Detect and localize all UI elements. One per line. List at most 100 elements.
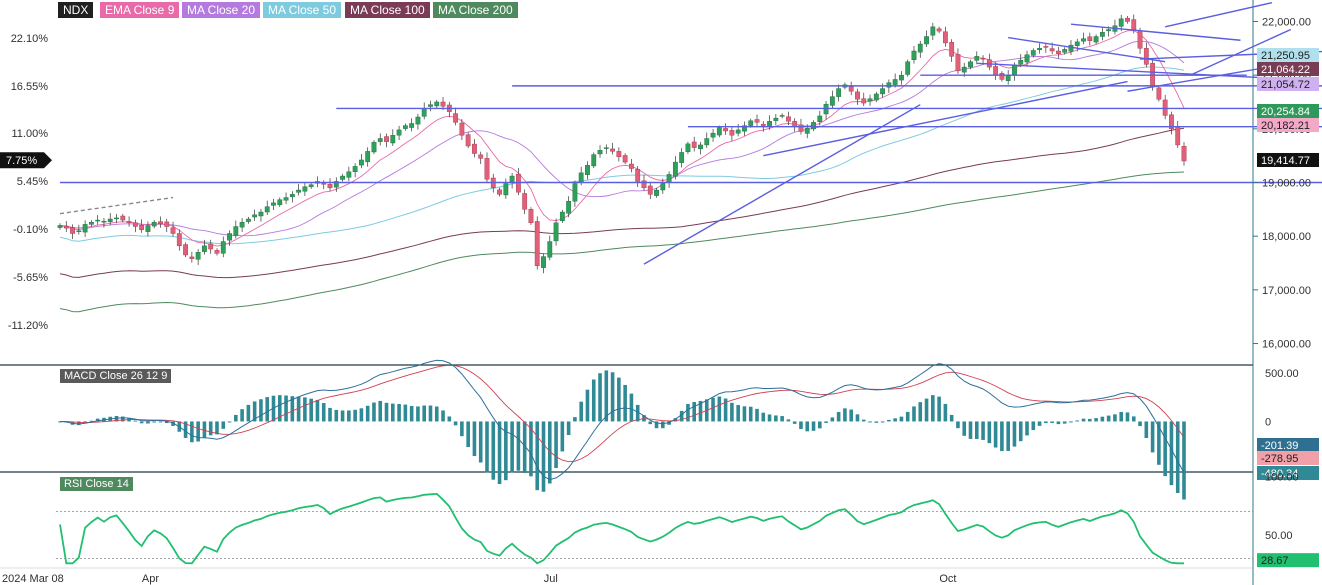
legend-ma20[interactable]: MA Close 20 xyxy=(182,2,261,18)
candle-body xyxy=(660,183,666,191)
macd-histogram-bar xyxy=(817,421,822,429)
candle-body xyxy=(691,141,697,148)
macd-histogram-bar xyxy=(1100,416,1105,422)
candle-body xyxy=(390,135,396,144)
candle-body xyxy=(522,193,528,210)
candle-body xyxy=(233,226,239,236)
macd-histogram-bar xyxy=(711,397,715,422)
candle-body xyxy=(227,233,232,241)
macd-histogram-bar xyxy=(485,421,489,473)
macd-histogram-bar xyxy=(284,395,288,422)
candle-body xyxy=(57,225,63,228)
trend-line xyxy=(643,104,921,265)
candle-body xyxy=(283,197,289,201)
candle-body xyxy=(484,158,490,180)
rsi-line xyxy=(59,492,1184,565)
candle-body xyxy=(402,125,408,129)
candle-body xyxy=(101,220,107,223)
macd-histogram-bar xyxy=(604,370,609,422)
candle-body xyxy=(428,104,433,107)
macd-histogram-bar xyxy=(372,402,376,422)
price-chart: 22,000.0021,000.0020,000.0019,000.0018,0… xyxy=(0,0,1322,585)
candle-body xyxy=(359,159,364,166)
macd-histogram-bar xyxy=(893,418,897,422)
candle-body xyxy=(308,184,314,187)
candle-body xyxy=(798,124,804,132)
candle-body xyxy=(252,214,258,218)
current-price-readout-text: 19,414.77 xyxy=(1261,155,1310,167)
legend-ma200[interactable]: MA Close 200 xyxy=(433,2,518,18)
macd-histogram-bar xyxy=(874,421,879,423)
macd-histogram-bar xyxy=(799,421,803,429)
symbol-tag[interactable]: NDX xyxy=(58,2,94,18)
macd-histogram-bar xyxy=(962,421,967,436)
candle-body xyxy=(421,108,427,117)
macd-histogram-bar xyxy=(1031,421,1036,431)
candle-body xyxy=(107,218,113,222)
candle-body xyxy=(497,189,502,195)
price-tick-label: 22,000.00 xyxy=(1262,16,1311,28)
candle-body xyxy=(1024,54,1030,63)
x-tick-label: 2024 Mar 08 xyxy=(2,573,64,585)
candle-body xyxy=(415,116,421,125)
legend-ema9[interactable]: EMA Close 9 xyxy=(100,2,180,18)
macd-histogram-bar xyxy=(1069,421,1073,423)
macd-histogram-bar xyxy=(560,421,565,452)
ma-readout-text: 21,250.95 xyxy=(1261,50,1310,62)
macd-histogram-bar xyxy=(730,402,734,422)
candle-body xyxy=(478,154,484,159)
macd-histogram-bar xyxy=(855,414,860,422)
current-percent-label: 7.75% xyxy=(6,155,37,167)
legend-ma100[interactable]: MA Close 100 xyxy=(345,2,430,18)
percent-tick-label: -0.10% xyxy=(13,224,48,236)
macd-histogram-bar xyxy=(1094,418,1098,422)
legend-ma50[interactable]: MA Close 50 xyxy=(263,2,342,18)
candle-body xyxy=(409,123,415,128)
candle-body xyxy=(371,142,377,153)
macd-histogram-bar xyxy=(1025,421,1029,436)
percent-tick-label: -5.65% xyxy=(13,272,48,284)
macd-histogram-bar xyxy=(585,389,590,422)
candle-body xyxy=(999,73,1005,80)
candle-body xyxy=(779,115,785,117)
macd-histogram-bar xyxy=(742,406,747,422)
ma200-line xyxy=(59,171,1185,313)
macd-tick-label: 500.00 xyxy=(1265,368,1299,380)
macd-histogram-bar xyxy=(629,393,634,422)
macd-histogram-bar xyxy=(861,419,866,422)
macd-histogram-bar xyxy=(887,419,891,422)
rsi-panel-label[interactable]: RSI Close 14 xyxy=(60,477,133,491)
macd-signal-line xyxy=(59,364,1185,463)
candle-body xyxy=(848,86,854,92)
macd-histogram-bar xyxy=(240,409,244,422)
macd-histogram-bar xyxy=(1106,415,1111,422)
macd-histogram-bar xyxy=(1044,421,1048,424)
trend-line xyxy=(1165,2,1273,28)
macd-histogram-bar xyxy=(265,397,270,422)
candle-body xyxy=(899,74,904,81)
x-tick-label: Jul xyxy=(544,573,558,585)
macd-line xyxy=(59,359,1185,481)
macd-histogram-bar xyxy=(491,421,496,480)
percent-tick-label: 5.45% xyxy=(17,176,48,188)
candle-body xyxy=(289,194,295,198)
macd-histogram-bar xyxy=(152,421,156,423)
macd-histogram-bar xyxy=(321,403,326,422)
macd-histogram-bar xyxy=(598,373,602,422)
candle-body xyxy=(434,101,440,107)
macd-readout-text: -278.95 xyxy=(1261,453,1298,465)
macd-histogram-bar xyxy=(1088,418,1092,422)
macd-histogram-bar xyxy=(541,421,546,492)
macd-histogram-bar xyxy=(347,410,351,422)
candle-body xyxy=(873,93,879,101)
macd-histogram-bar xyxy=(924,398,929,422)
candle-body xyxy=(114,217,119,220)
macd-panel-label[interactable]: MACD Close 26 12 9 xyxy=(60,369,172,383)
macd-histogram-bar xyxy=(1138,421,1142,427)
candle-body xyxy=(735,129,741,134)
macd-histogram-bar xyxy=(359,408,364,422)
candle-body xyxy=(679,152,685,163)
candle-body xyxy=(1162,99,1168,116)
candle-body xyxy=(440,101,446,107)
macd-histogram-bar xyxy=(830,417,835,422)
